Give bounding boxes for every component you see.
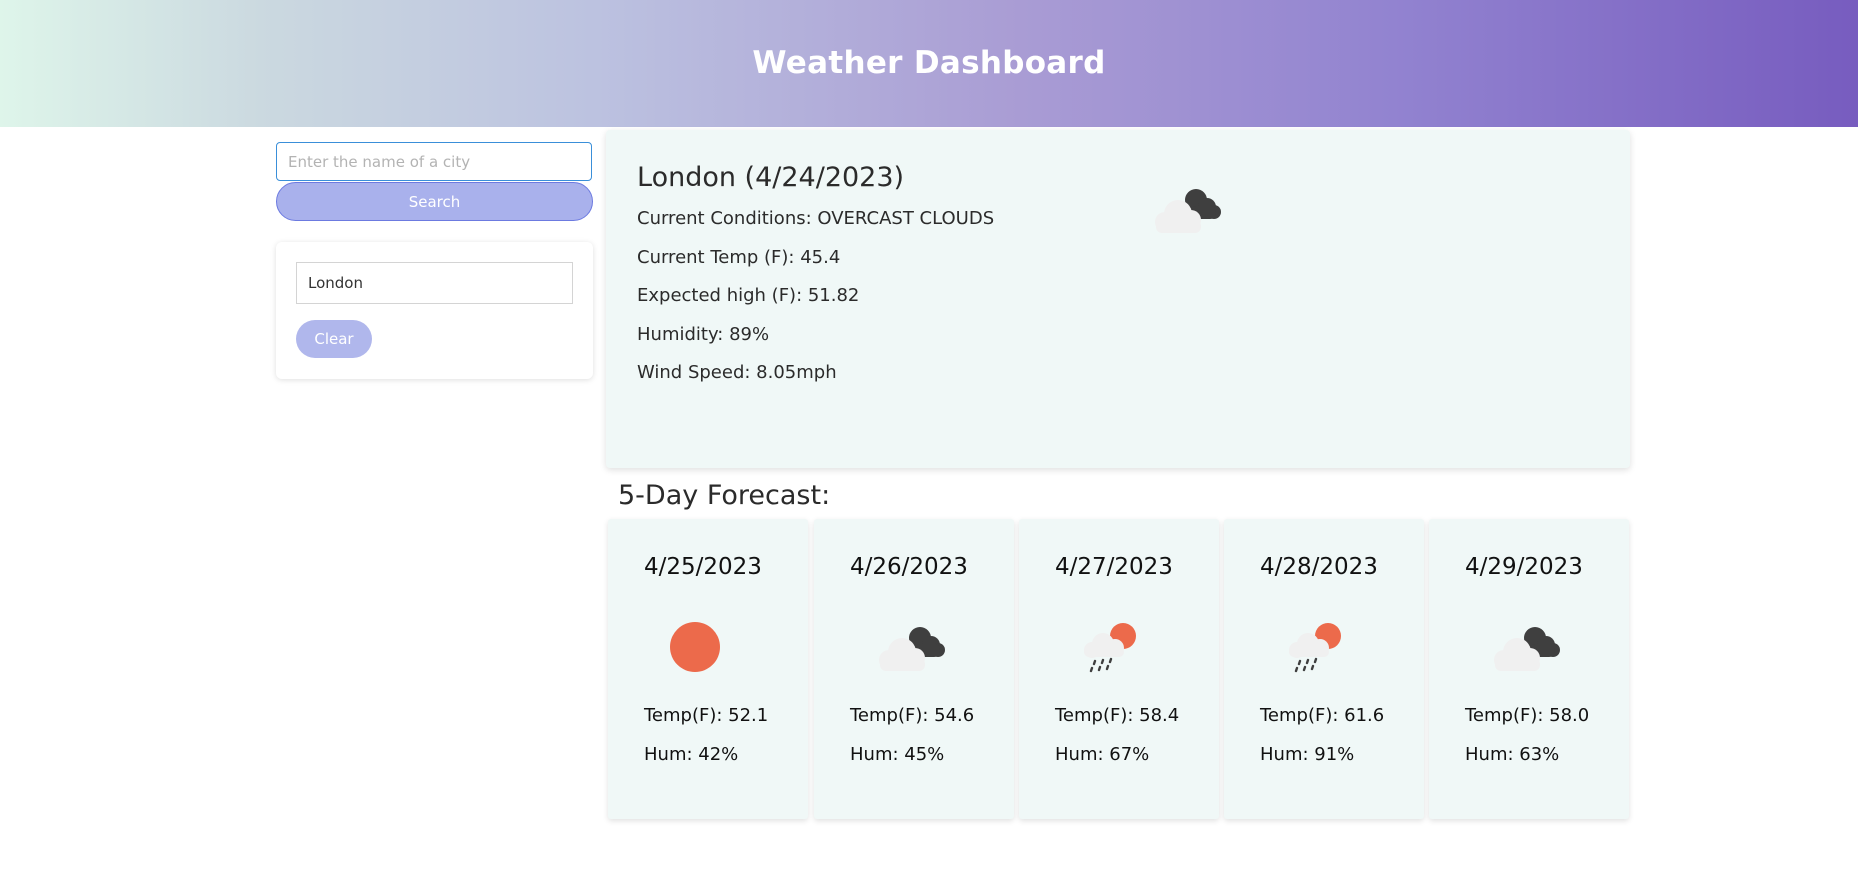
current-weather-card: London (4/24/2023) Current Conditions: O…: [606, 130, 1630, 468]
forecast-card: 4/27/2023 Temp(F): 58.4 Hum: 67%: [1019, 519, 1219, 819]
current-city-title: London (4/24/2023): [637, 162, 905, 193]
forecast-temp: Temp(F): 58.0: [1465, 705, 1590, 726]
forecast-date: 4/25/2023: [644, 554, 762, 580]
forecast-humidity: Hum: 42%: [644, 744, 739, 765]
forecast-card: 4/26/2023 Temp(F): 54.6 Hum: 45%: [814, 519, 1014, 819]
forecast-date: 4/27/2023: [1055, 554, 1173, 580]
overcast-clouds-icon: [1155, 189, 1221, 233]
forecast-card: 4/29/2023 Temp(F): 58.0 Hum: 63%: [1429, 519, 1629, 819]
forecast-temp: Temp(F): 52.1: [644, 705, 769, 726]
forecast-humidity: Hum: 45%: [850, 744, 945, 765]
clear-sky-icon: [670, 622, 720, 672]
forecast-date: 4/29/2023: [1465, 554, 1583, 580]
overcast-clouds-icon: [1494, 627, 1560, 671]
current-humidity: Humidity: 89%: [637, 324, 770, 345]
forecast-humidity: Hum: 67%: [1055, 744, 1150, 765]
forecast-temp: Temp(F): 58.4: [1055, 705, 1180, 726]
expected-high: Expected high (F): 51.82: [637, 285, 860, 306]
page-title: Weather Dashboard: [752, 45, 1106, 81]
history-item-london[interactable]: London: [296, 262, 573, 304]
overcast-clouds-icon: [879, 627, 945, 671]
forecast-humidity: Hum: 91%: [1260, 744, 1355, 765]
page-header: Weather Dashboard: [0, 0, 1858, 127]
forecast-date: 4/26/2023: [850, 554, 968, 580]
current-conditions: Current Conditions: OVERCAST CLOUDS: [637, 208, 995, 229]
forecast-humidity: Hum: 63%: [1465, 744, 1560, 765]
search-history-card: London Clear: [276, 242, 593, 379]
search-button[interactable]: Search: [276, 182, 593, 221]
forecast-date: 4/28/2023: [1260, 554, 1378, 580]
forecast-temp: Temp(F): 61.6: [1260, 705, 1385, 726]
forecast-card: 4/28/2023 Temp(F): 61.6 Hum: 91%: [1224, 519, 1424, 819]
forecast-card: 4/25/2023 Temp(F): 52.1 Hum: 42%: [608, 519, 808, 819]
city-search-input[interactable]: [276, 142, 592, 181]
wind-speed: Wind Speed: 8.05mph: [637, 362, 837, 383]
forecast-heading: 5-Day Forecast:: [618, 480, 831, 511]
rain-sun-icon: [1289, 623, 1341, 673]
clear-history-button[interactable]: Clear: [296, 320, 372, 358]
current-temp: Current Temp (F): 45.4: [637, 247, 841, 268]
forecast-temp: Temp(F): 54.6: [850, 705, 975, 726]
rain-sun-icon: [1084, 623, 1136, 673]
